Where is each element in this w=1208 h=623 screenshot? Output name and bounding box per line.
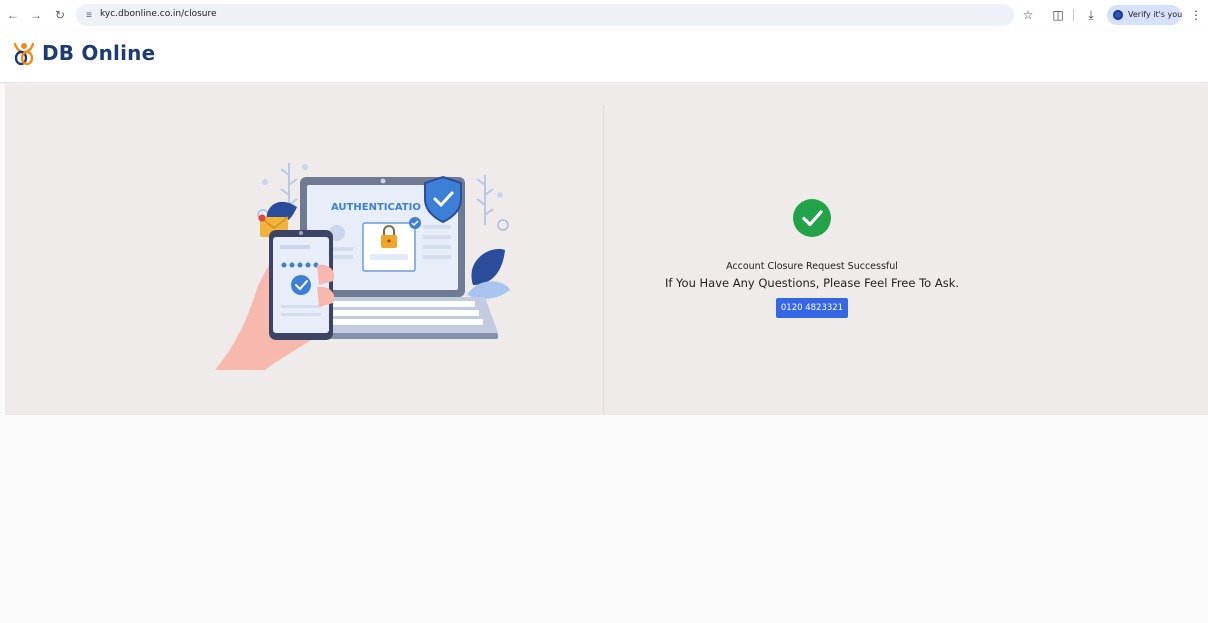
success-check-icon (793, 199, 831, 237)
browser-toolbar: ← → ↻ ≡ kyc.dbonline.co.in/closure ☆ ◫ ⤓… (0, 0, 1208, 30)
address-bar[interactable]: ≡ kyc.dbonline.co.in/closure (76, 4, 1014, 26)
closure-panel (5, 84, 1208, 415)
brand-name[interactable]: DB Online (42, 41, 155, 65)
closure-status-title: Account Closure Request Successful (726, 261, 898, 272)
authentication-illustration: AUTHENTICATIO (215, 163, 510, 370)
profile-button[interactable]: Verify it's you (1107, 5, 1183, 25)
more-icon[interactable]: ⋮ (1189, 8, 1203, 22)
reload-icon[interactable]: ↻ (53, 8, 67, 22)
profile-label: Verify it's you (1128, 10, 1183, 19)
logo-icon[interactable] (11, 40, 37, 66)
forward-icon[interactable]: → (29, 8, 43, 22)
closure-help-message: If You Have Any Questions, Please Feel F… (664, 276, 960, 290)
back-icon[interactable]: ← (6, 8, 20, 22)
star-icon[interactable]: ☆ (1021, 8, 1035, 22)
site-info-icon[interactable]: ≡ (82, 8, 96, 22)
url-text[interactable]: kyc.dbonline.co.in/closure (100, 9, 217, 19)
panel-divider (603, 105, 604, 415)
download-icon[interactable]: ⤓ (1084, 8, 1098, 22)
extensions-icon[interactable]: ◫ (1051, 8, 1065, 22)
contact-phone-button[interactable]: 0120 4823321 (776, 298, 848, 318)
profile-icon (1113, 10, 1123, 20)
screen-heading: AUTHENTICATIO (331, 202, 421, 213)
toolbar-separator (1073, 9, 1074, 21)
site-header (0, 30, 1208, 83)
